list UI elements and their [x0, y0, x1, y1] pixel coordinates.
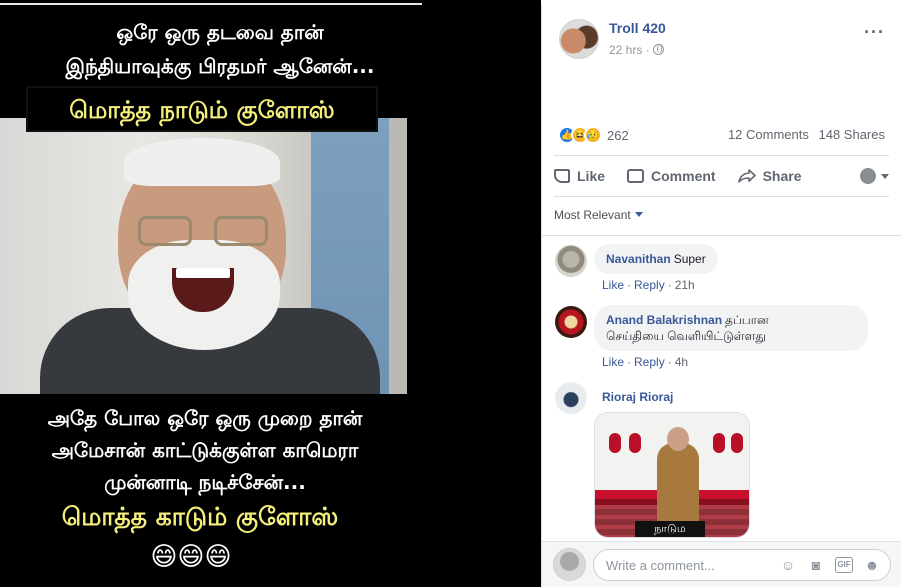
comment-bubble: Anand Balakrishnan தப்பான செய்தியை வெளியி… — [594, 305, 868, 351]
meme-banner-1-text: மொத்த நாடும் குளோஸ் — [69, 96, 335, 124]
comment-author[interactable]: Anand Balakrishnan — [606, 313, 722, 327]
gif-icon[interactable]: GIF — [835, 557, 853, 573]
post-time-text: 22 hrs — [609, 43, 643, 57]
emoji-icon[interactable]: ☺ — [779, 556, 797, 574]
current-user-avatar — [553, 548, 586, 581]
comment-actions: Like · Reply · 21h — [602, 278, 695, 292]
meme-photo — [0, 118, 407, 394]
comment-text: Super — [673, 252, 706, 266]
divider-comments — [542, 235, 901, 236]
comment-button[interactable]: Comment — [627, 168, 716, 184]
globe-icon — [652, 44, 664, 55]
comment-actions: Like · Reply · 4h — [602, 355, 689, 369]
image-person-head — [667, 427, 689, 451]
more-options-icon[interactable]: ··· — [864, 22, 885, 43]
thumbs-up-icon — [554, 169, 570, 183]
shares-count-link[interactable]: 148 Shares — [819, 127, 886, 142]
share-button-label: Share — [762, 168, 802, 184]
post-actions-bar: Like Comment Share — [554, 159, 889, 193]
comment-author[interactable]: Rioraj Rioraj — [602, 390, 673, 404]
photo-hair — [124, 138, 280, 186]
photo-teeth — [176, 268, 230, 278]
photo-glasses-right — [214, 216, 268, 246]
page-avatar[interactable] — [559, 19, 599, 59]
divider-top — [554, 155, 889, 156]
comment-text-line-2: செய்தியை வெளியிட்டுள்ளது — [606, 329, 766, 343]
plane-window — [731, 433, 743, 453]
reactions-summary[interactable]: 👍 😆 😥 262 — [558, 125, 629, 145]
comment-text-line-1: தப்பான — [725, 313, 769, 327]
comment-time[interactable]: 21h — [675, 278, 695, 292]
meme-caption-line-2: இந்தியாவுக்கு பிரதமர் ஆனேன்... — [65, 54, 375, 78]
meme-caption-line-3: அதே போல ஒரே ஒரு முறை தான் — [47, 406, 363, 430]
sort-label: Most Relevant — [554, 208, 631, 222]
comment-avatar[interactable] — [555, 245, 587, 277]
meme-emojis: 😄😄😄 — [150, 542, 232, 572]
comment-attached-image[interactable]: நாடும — [594, 412, 750, 538]
comment-composer: ☺ ◙ GIF ☻ — [542, 541, 901, 587]
comment-reply-link[interactable]: Reply — [634, 278, 665, 292]
chevron-down-icon — [881, 173, 889, 179]
comment-avatar[interactable] — [555, 382, 587, 414]
plane-window — [629, 433, 641, 453]
image-top-border — [0, 3, 422, 5]
chevron-down-icon — [634, 212, 643, 217]
post-timestamp[interactable]: 22 hrs · — [609, 43, 664, 57]
meme-caption-line-5: முன்னாடி நடிச்சேன்... — [104, 470, 306, 494]
comment-reply-link[interactable]: Reply — [634, 355, 665, 369]
comment-author[interactable]: Navanithan — [606, 252, 671, 266]
camera-icon[interactable]: ◙ — [807, 556, 825, 574]
like-button-label: Like — [577, 168, 606, 184]
meme-caption-line-4: அமேசான் காட்டுக்குள்ள காமெரா — [51, 438, 359, 462]
meme-caption-block: அதே போல ஒரே ஒரு முறை தான் அமேசான் காட்டு… — [0, 402, 410, 498]
plane-window — [609, 433, 621, 453]
meme-banner-2: மொத்த காடும் குளோஸ் — [61, 502, 339, 531]
sad-reaction-icon: 😥 — [584, 126, 602, 144]
comment-like-link[interactable]: Like — [602, 355, 624, 369]
sort-comments-dropdown[interactable]: Most Relevant — [554, 208, 643, 222]
speech-bubble-icon — [627, 169, 645, 183]
comment-like-link[interactable]: Like — [602, 278, 624, 292]
comments-count-link[interactable]: 12 Comments — [728, 127, 809, 142]
comment-bubble: Navanithan Super — [594, 244, 718, 274]
sticker-icon[interactable]: ☻ — [863, 556, 881, 574]
comment-avatar[interactable] — [555, 306, 587, 338]
audience-selector[interactable] — [860, 168, 889, 184]
profile-mini-avatar — [860, 168, 876, 184]
share-arrow-icon — [737, 169, 756, 183]
post-panel: Troll 420 22 hrs · ··· 👍 😆 😥 262 12 Comm… — [541, 4, 901, 587]
meme-caption-line-1: ஒரே ஒரு தடவை தான் — [116, 20, 324, 44]
share-button[interactable]: Share — [737, 167, 802, 185]
comment-button-label: Comment — [651, 168, 716, 184]
meme-banner-1: மொத்த நாடும் குளோஸ் — [26, 86, 378, 132]
engagement-counts: 12 Comments 148 Shares — [722, 127, 885, 142]
page-name[interactable]: Troll 420 — [609, 20, 666, 36]
meme-image[interactable]: ஒரே ஒரு தடவை தான் இந்தியாவுக்கு பிரதமர் … — [0, 0, 541, 587]
photo-glasses-left — [138, 216, 192, 246]
plane-window — [713, 433, 725, 453]
like-button[interactable]: Like — [554, 168, 605, 184]
comment-time[interactable]: 4h — [675, 355, 688, 369]
divider-bottom — [554, 196, 889, 197]
reaction-count: 262 — [607, 127, 629, 143]
image-caption: நாடும — [635, 521, 705, 537]
